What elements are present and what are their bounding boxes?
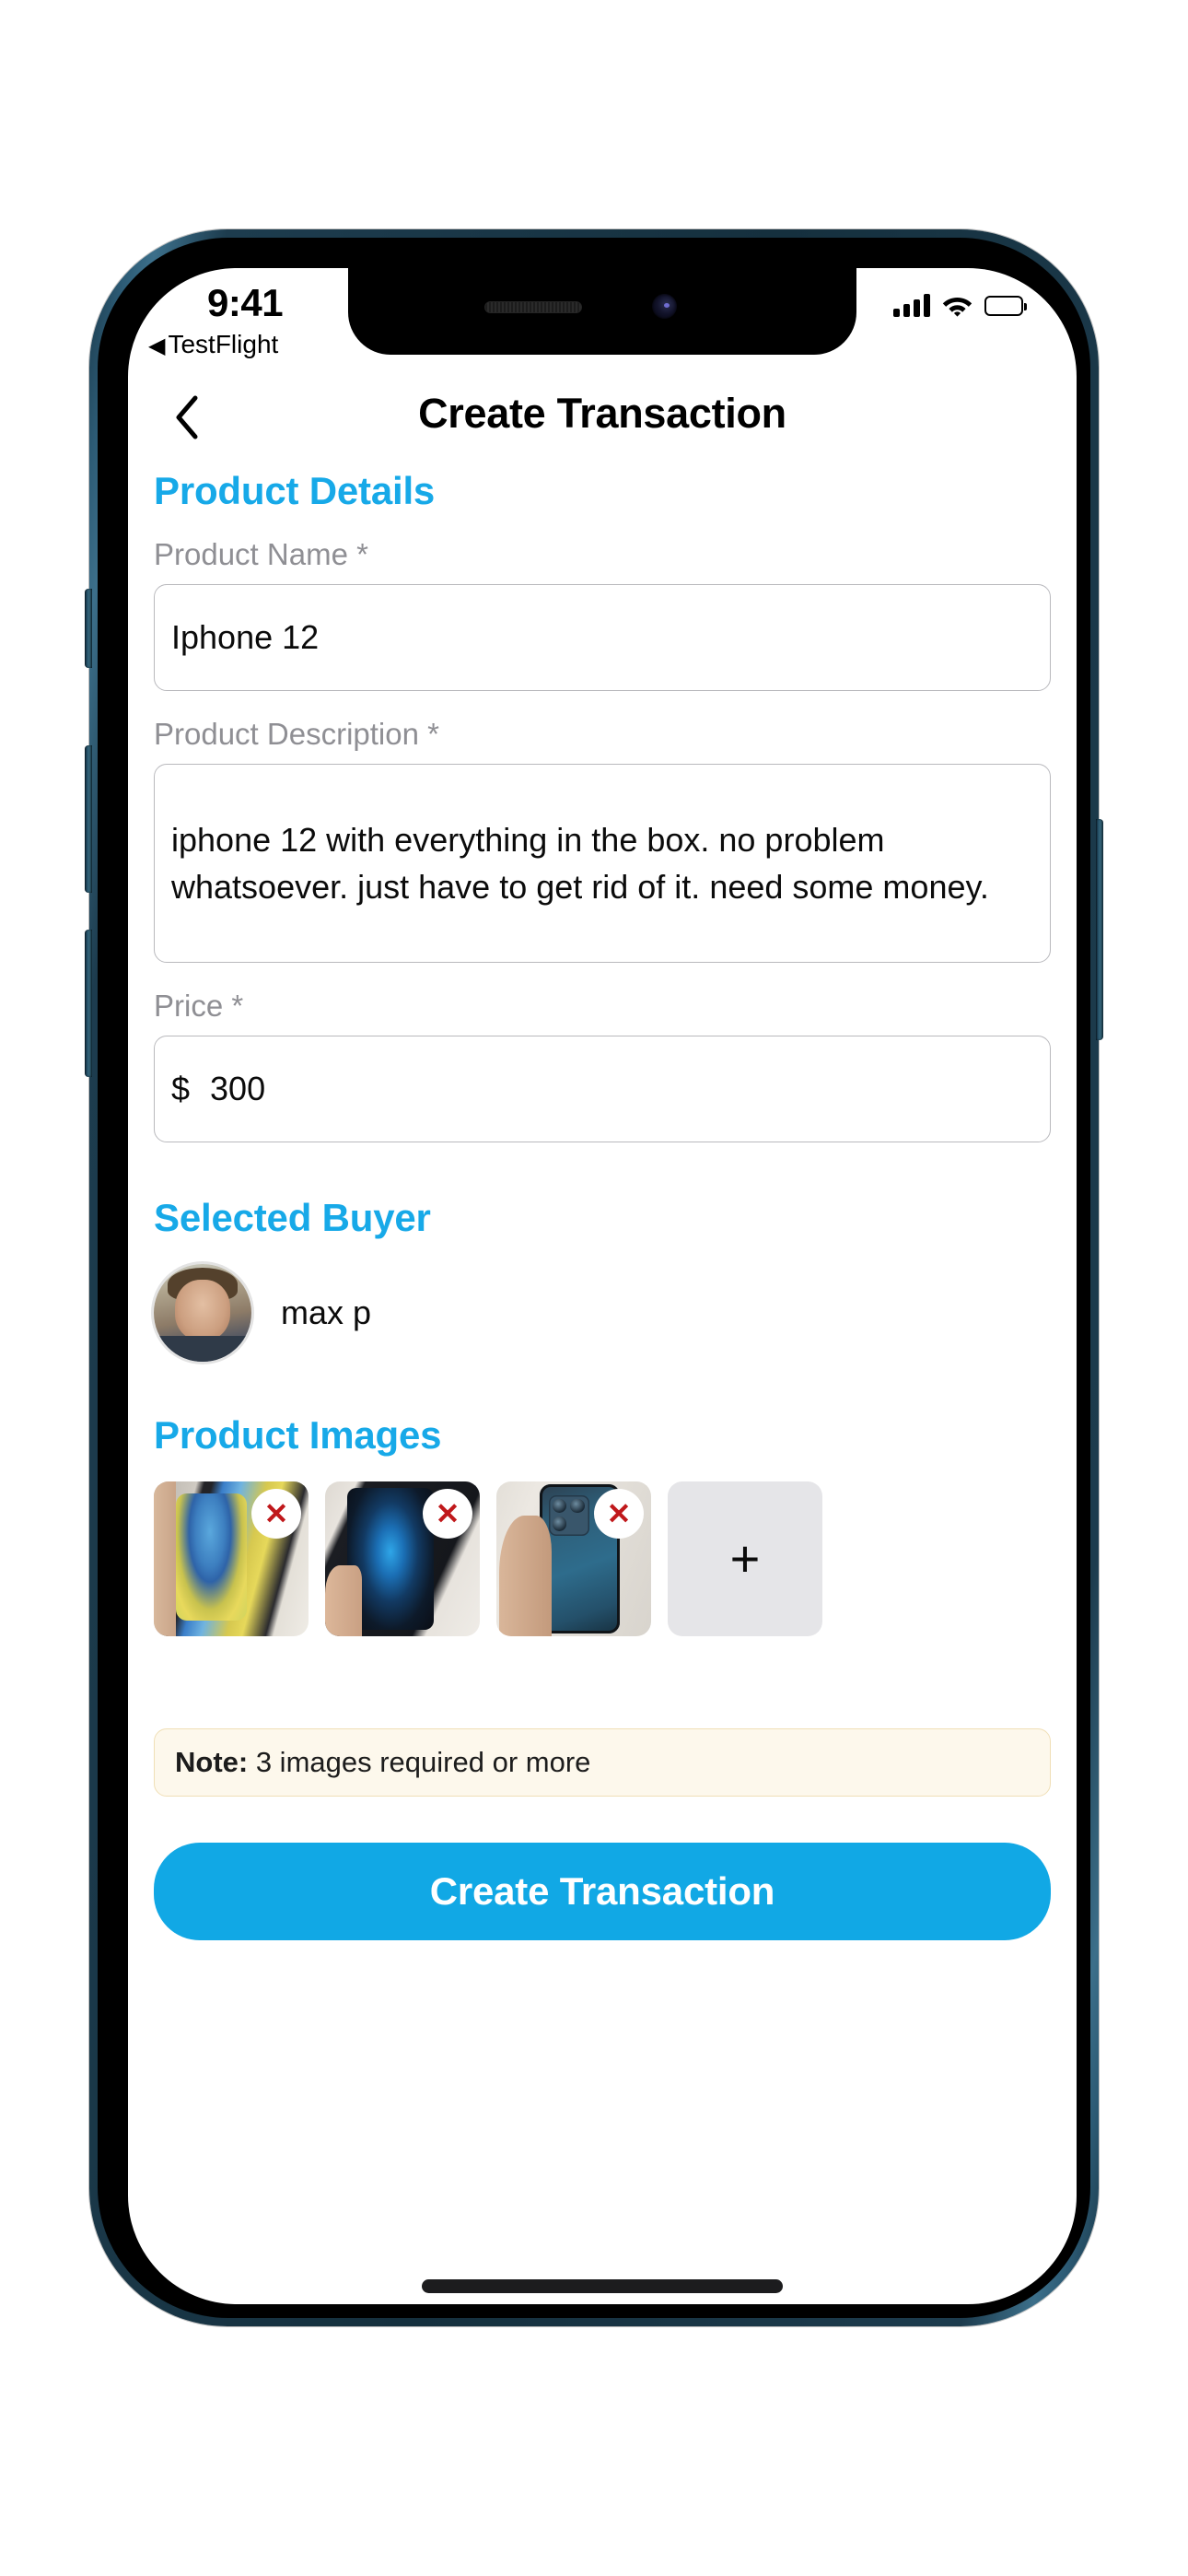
product-images-grid: ✕ ✕ ✕ + (154, 1481, 1051, 1636)
product-image-thumbnail[interactable]: ✕ (496, 1481, 651, 1636)
wifi-icon (942, 294, 973, 317)
remove-image-icon[interactable]: ✕ (251, 1489, 301, 1539)
front-camera-icon (652, 294, 677, 319)
remove-image-icon[interactable]: ✕ (423, 1489, 472, 1539)
price-label: Price * (154, 989, 244, 1023)
product-description-label: Product Description * (154, 717, 439, 751)
form-content: Product Details Product Name * Iphone 12… (128, 463, 1077, 2304)
product-image-thumbnail[interactable]: ✕ (325, 1481, 480, 1636)
section-title-product-details: Product Details (154, 469, 436, 512)
section-title-selected-buyer: Selected Buyer (154, 1196, 431, 1239)
product-name-label: Product Name * (154, 537, 368, 571)
note-prefix: Note: (175, 1746, 249, 1778)
note-text: 3 images required or more (248, 1746, 591, 1778)
remove-image-icon[interactable]: ✕ (594, 1489, 644, 1539)
images-requirement-note: Note: 3 images required or more (154, 1728, 1051, 1797)
status-bar-indicators (893, 294, 1027, 317)
camera-bump-detail (549, 1495, 589, 1536)
add-image-button[interactable]: + (668, 1481, 822, 1636)
product-name-input[interactable]: Iphone 12 (154, 584, 1051, 691)
product-image-thumbnail[interactable]: ✕ (154, 1481, 309, 1636)
battery-full-icon (984, 295, 1027, 316)
avatar (154, 1264, 251, 1362)
page-title: Create Transaction (418, 390, 786, 437)
earpiece-speaker-icon (484, 301, 582, 313)
product-name-value: Iphone 12 (171, 618, 320, 656)
plus-icon: + (729, 1529, 761, 1587)
volume-up-button[interactable] (85, 745, 92, 893)
product-description-value: iphone 12 with everything in the box. no… (171, 820, 989, 906)
mute-switch-button[interactable] (85, 589, 92, 668)
phone-screen: 9:41 ◀ TestFlight Create Transaction Pro… (128, 268, 1077, 2304)
status-bar-clock: 9:41 (207, 281, 284, 324)
power-button[interactable] (1096, 819, 1103, 1040)
create-transaction-screen: Create Transaction Product Details Produ… (128, 268, 1077, 2304)
volume-down-button[interactable] (85, 930, 92, 1077)
navigation-bar: Create Transaction (128, 377, 1077, 465)
currency-symbol: $ (171, 1070, 191, 1107)
iphone-device-frame: 9:41 ◀ TestFlight Create Transaction Pro… (85, 229, 1103, 2326)
cellular-signal-icon (893, 294, 930, 317)
selected-buyer-row[interactable]: max p (154, 1264, 1051, 1362)
buyer-name: max p (281, 1294, 372, 1331)
device-bezel: 9:41 ◀ TestFlight Create Transaction Pro… (98, 238, 1090, 2318)
back-triangle-icon: ◀ (148, 334, 166, 358)
section-title-product-images: Product Images (154, 1413, 442, 1457)
back-app-label: TestFlight (168, 330, 279, 358)
back-to-testflight-link[interactable]: ◀ TestFlight (148, 330, 278, 359)
create-transaction-button[interactable]: Create Transaction (154, 1843, 1051, 1940)
create-transaction-button-label: Create Transaction (429, 1869, 775, 1913)
product-description-input[interactable]: iphone 12 with everything in the box. no… (154, 764, 1051, 963)
display-notch (348, 268, 856, 355)
price-input[interactable]: $ 300 (154, 1036, 1051, 1142)
home-indicator[interactable] (422, 2279, 783, 2293)
price-value: 300 (210, 1070, 266, 1107)
